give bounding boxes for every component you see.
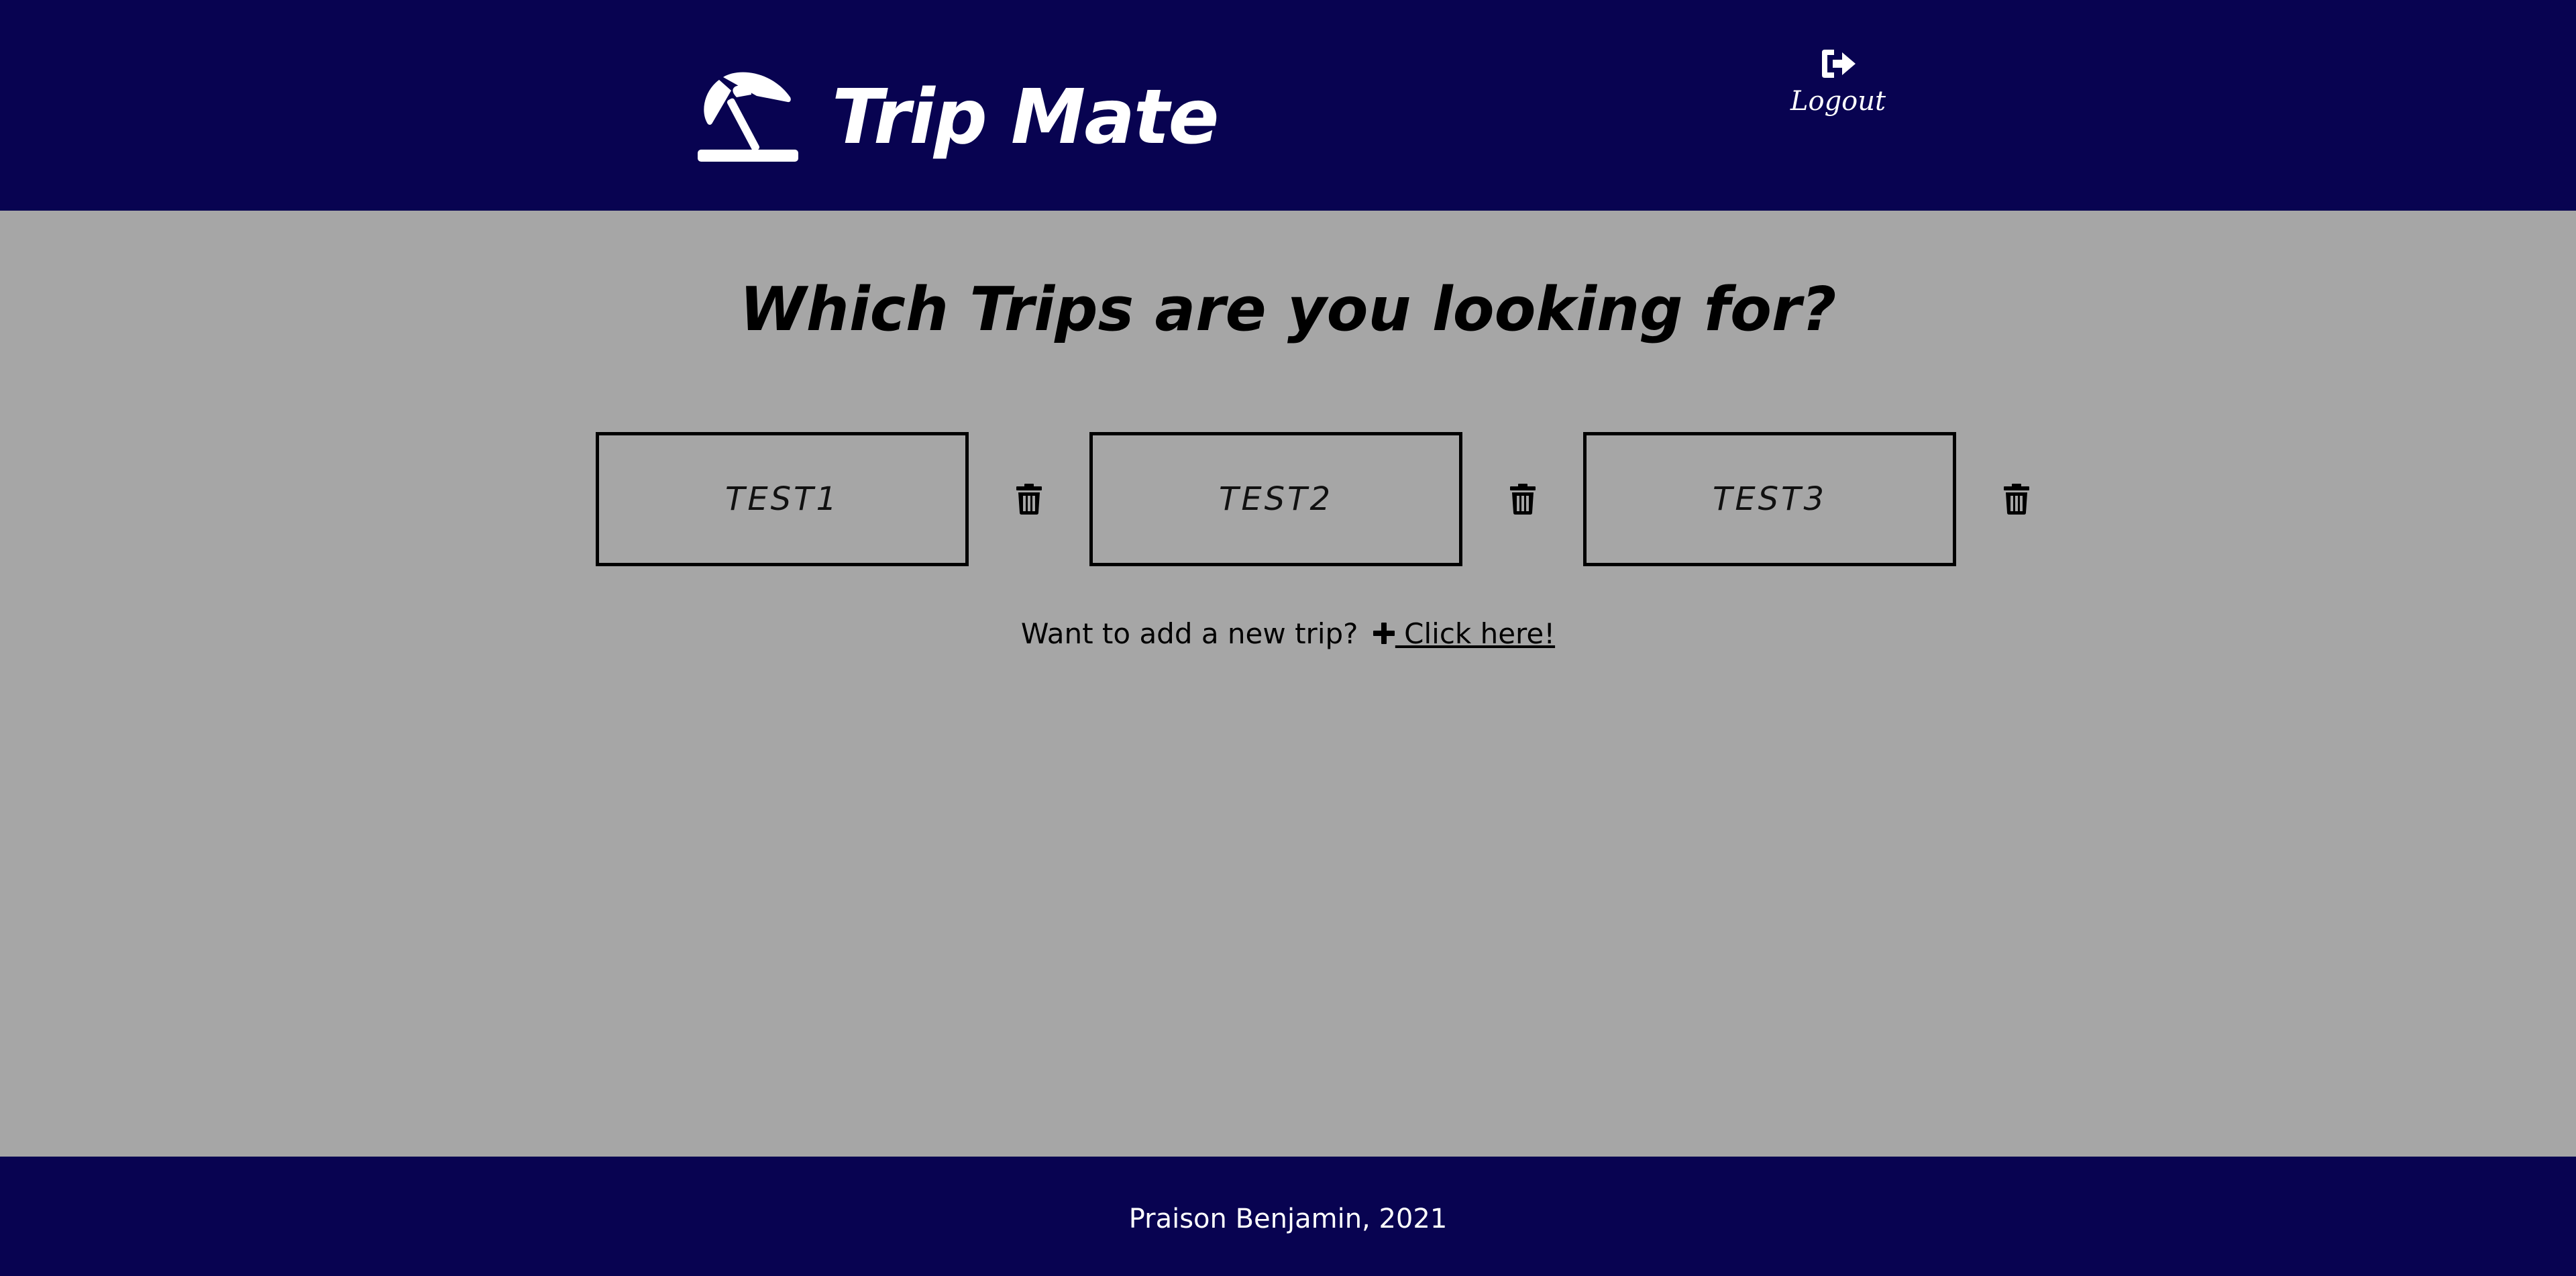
add-trip-link[interactable]: Click here! — [1367, 617, 1555, 650]
sign-out-icon — [1822, 50, 1856, 78]
plus-icon — [1373, 623, 1395, 644]
top-navbar: Trip Mate Logout — [0, 0, 2576, 211]
add-trip-link-label: Click here! — [1395, 617, 1556, 650]
footer-credit: Praison Benjamin, 2021 — [1128, 1204, 1448, 1234]
trip-list: TEST1 TEST2 TEST3 — [596, 432, 2077, 566]
add-trip-prompt: Want to add a new trip? Click here! — [0, 617, 2576, 650]
trash-icon — [2004, 484, 2029, 515]
beach-umbrella-icon — [698, 72, 798, 162]
trash-icon — [1016, 484, 1042, 515]
add-trip-text: Want to add a new trip? — [1020, 617, 1358, 650]
delete-trip-button[interactable] — [1462, 432, 1583, 566]
brand-home-link[interactable]: Trip Mate — [698, 67, 1219, 168]
brand-title: Trip Mate — [832, 74, 1219, 161]
trash-icon — [1510, 484, 1536, 515]
trip-card[interactable]: TEST2 — [1089, 432, 1462, 566]
delete-trip-button[interactable] — [969, 432, 1089, 566]
trip-card[interactable]: TEST3 — [1583, 432, 1956, 566]
footer: Praison Benjamin, 2021 — [0, 1157, 2576, 1276]
logout-label: Logout — [1790, 86, 1886, 117]
main-content: Which Trips are you looking for? TEST1 T… — [0, 211, 2576, 1157]
page-title: Which Trips are you looking for? — [739, 274, 1837, 345]
trip-card[interactable]: TEST1 — [596, 432, 969, 566]
delete-trip-button[interactable] — [1956, 432, 2077, 566]
logout-button[interactable]: Logout — [1790, 47, 1886, 117]
